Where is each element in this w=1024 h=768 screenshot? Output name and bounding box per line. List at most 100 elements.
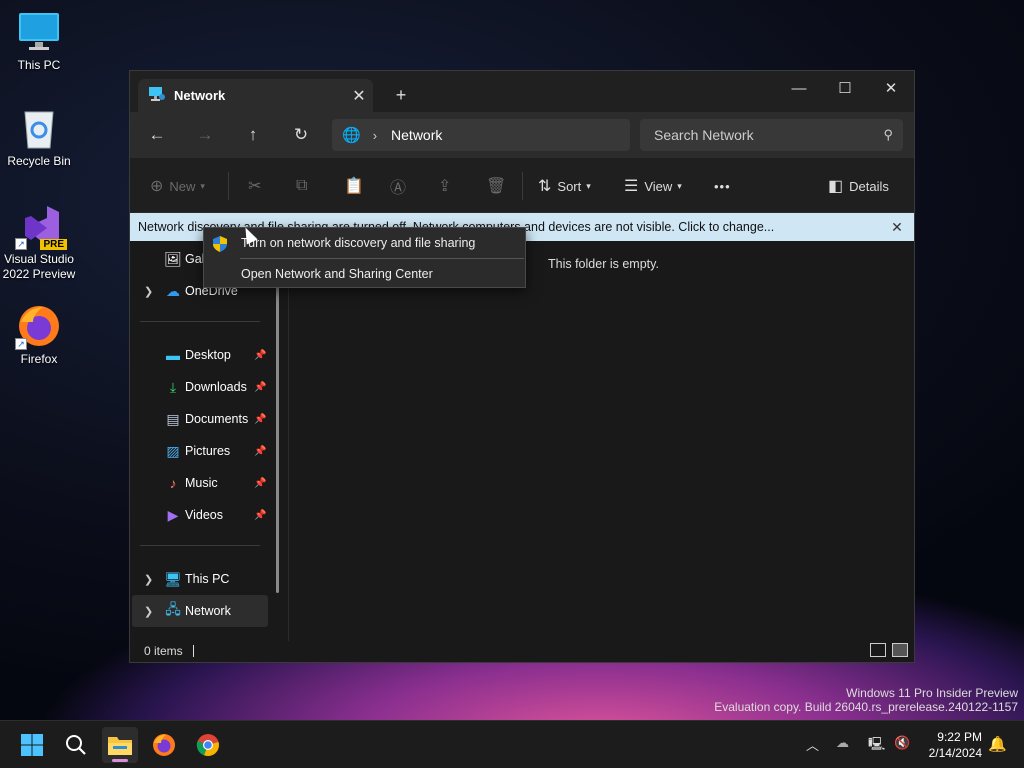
- tiles-view-icon[interactable]: [892, 643, 908, 657]
- download-icon: ⤓: [169, 378, 177, 395]
- refresh-icon: ↻: [293, 125, 309, 144]
- firefox-icon: [153, 734, 175, 756]
- music-icon: ♪: [169, 475, 177, 491]
- forward-button[interactable]: →: [190, 121, 220, 149]
- desktop-icon-visual-studio[interactable]: PRE ↗ Visual Studio 2022 Preview: [1, 204, 77, 282]
- sidebar-item-downloads[interactable]: ⤓ Downloads 📌: [132, 371, 268, 403]
- recycle-bin-icon: [17, 106, 61, 150]
- pin-icon: 📌: [254, 477, 267, 489]
- chevron-right-icon: ❯: [144, 573, 154, 586]
- active-app-indicator: [112, 759, 128, 762]
- copy-button[interactable]: ⧉: [296, 172, 313, 200]
- chevron-down-icon: ▾: [200, 180, 205, 191]
- address-segment[interactable]: Network: [391, 127, 442, 143]
- open-network-sharing-center-item[interactable]: Open Network and Sharing Center: [204, 260, 525, 288]
- search-icon: ⚲: [883, 127, 893, 142]
- sidebar-item-pictures[interactable]: ▨ Pictures 📌: [132, 435, 268, 467]
- menu-item-label: Open Network and Sharing Center: [241, 267, 433, 281]
- desktop-icon-firefox[interactable]: ↗ Firefox: [1, 304, 77, 367]
- desktop-icon-recycle-bin[interactable]: Recycle Bin: [1, 106, 77, 169]
- chevron-right-icon: ❯: [144, 285, 154, 298]
- sidebar-item-videos[interactable]: ▶ Videos 📌: [132, 499, 268, 531]
- cut-button[interactable]: ✂: [248, 172, 267, 200]
- up-button[interactable]: ↑: [238, 121, 268, 149]
- empty-folder-message: This folder is empty.: [548, 257, 659, 271]
- close-window-button[interactable]: ✕: [868, 75, 914, 103]
- search-input[interactable]: Search Network: [654, 127, 883, 143]
- notification-bell-icon[interactable]: 🔔: [988, 735, 1007, 753]
- sidebar-item-music[interactable]: ♪ Music 📌: [132, 467, 268, 499]
- sort-label: Sort: [557, 178, 582, 194]
- show-hidden-icons-chevron-icon[interactable]: ︿: [806, 735, 819, 754]
- system-clock[interactable]: 9:22 PM 2/14/2024: [912, 729, 982, 761]
- watermark-line: Windows 11 Pro Insider Preview: [846, 686, 1018, 700]
- sidebar-item-desktop[interactable]: ▬ Desktop 📌: [132, 339, 268, 371]
- pin-icon: 📌: [254, 349, 267, 361]
- rename-button[interactable]: Ⓐ: [390, 172, 412, 200]
- evaluation-watermark: Windows 11 Pro Insider Preview Evaluatio…: [714, 686, 1018, 714]
- taskbar-chrome[interactable]: [190, 727, 226, 763]
- search-icon: [66, 735, 86, 755]
- sidebar-item-label: Videos: [185, 508, 223, 522]
- minimize-button[interactable]: —: [776, 75, 822, 103]
- new-tab-button[interactable]: +: [388, 83, 414, 107]
- trash-icon: 🗑: [486, 178, 507, 195]
- onedrive-status-icon[interactable]: ☁: [836, 735, 849, 751]
- uac-shield-icon: [213, 236, 227, 252]
- network-status-icon[interactable]: 🖳: [868, 735, 885, 757]
- title-bar: Network ✕ + — ☐ ✕: [130, 71, 914, 112]
- search-button[interactable]: [58, 727, 94, 763]
- sidebar-item-label: Desktop: [185, 348, 231, 362]
- pin-icon: 📌: [254, 509, 267, 521]
- view-label: View: [644, 178, 673, 194]
- taskbar-firefox[interactable]: [146, 727, 182, 763]
- globe-network-icon: 🌐: [342, 127, 361, 144]
- sidebar-item-documents[interactable]: ▤ Documents 📌: [132, 403, 268, 435]
- search-box[interactable]: Search Network ⚲: [640, 119, 903, 151]
- desktop-icon-label: This PC: [17, 58, 61, 72]
- close-tab-button[interactable]: ✕: [345, 86, 373, 106]
- delete-button[interactable]: 🗑: [486, 172, 512, 200]
- pane-scrollbar[interactable]: [276, 241, 279, 593]
- sidebar-item-label: Music: [185, 476, 218, 490]
- address-bar[interactable]: 🌐 › Network: [332, 119, 630, 151]
- clipboard-icon: 📋: [344, 178, 364, 195]
- desktop-icon-this-pc[interactable]: This PC: [1, 10, 77, 73]
- details-pane-button[interactable]: ◧ Details: [828, 172, 889, 200]
- view-button[interactable]: ☰ View ▾: [624, 172, 682, 200]
- desktop-icon-label: Firefox: [20, 352, 58, 366]
- chevron-down-icon: ▾: [677, 180, 682, 191]
- refresh-button[interactable]: ↻: [286, 121, 316, 149]
- more-options-button[interactable]: •••: [714, 172, 731, 200]
- maximize-button[interactable]: ☐: [822, 75, 868, 103]
- toolbar-divider: [522, 172, 523, 200]
- tab-title: Network: [174, 88, 226, 103]
- new-button[interactable]: ⊕ New ▾: [150, 172, 205, 200]
- volume-muted-icon[interactable]: 🔇: [894, 735, 910, 751]
- sidebar-divider: [140, 321, 260, 322]
- taskbar-file-explorer[interactable]: [102, 727, 138, 763]
- item-count: 0 items: [144, 644, 183, 658]
- arrow-up-icon: ↑: [248, 125, 258, 144]
- share-button[interactable]: ⇪: [438, 172, 457, 200]
- sidebar-item-network[interactable]: ❯ 🖧 Network: [132, 595, 268, 627]
- monitor-icon: [17, 10, 61, 54]
- picture-icon: ▨: [166, 442, 180, 459]
- status-bar: 0 items: [130, 639, 914, 663]
- visual-studio-icon: PRE ↗: [15, 204, 67, 250]
- paste-button[interactable]: 📋: [344, 172, 370, 200]
- sidebar-item-this-pc[interactable]: ❯ 🖥 This PC: [132, 563, 268, 595]
- tab-network[interactable]: Network ✕: [138, 79, 373, 112]
- pane-divider: [288, 241, 289, 641]
- gallery-icon: 🖼: [164, 250, 182, 267]
- sort-button[interactable]: ⇅ Sort ▾: [538, 172, 591, 200]
- infobar-close-button[interactable]: ✕: [880, 219, 914, 236]
- details-view-icon[interactable]: [870, 643, 886, 657]
- back-button[interactable]: ←: [142, 121, 172, 149]
- start-button[interactable]: [14, 727, 50, 763]
- pin-icon: 📌: [254, 445, 267, 457]
- pin-icon: 📌: [254, 413, 267, 425]
- plus-circle-icon: ⊕: [150, 178, 164, 195]
- folder-icon: [108, 737, 132, 755]
- clock-date: 2/14/2024: [928, 746, 982, 760]
